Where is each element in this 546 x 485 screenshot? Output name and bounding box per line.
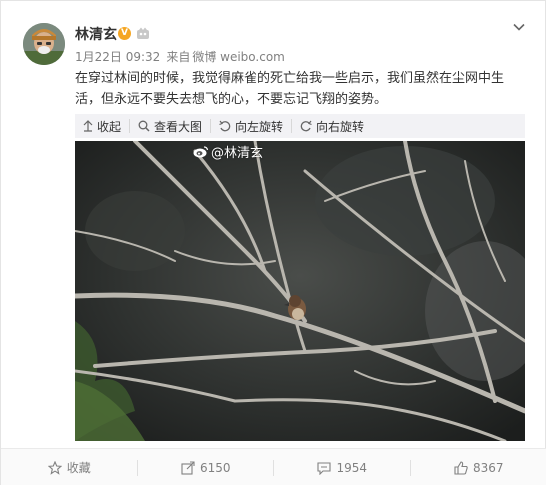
verified-v-badge-icon: V [118,27,131,40]
favorite-label: 收藏 [66,461,91,475]
collapse-button[interactable]: 收起 [75,119,131,134]
collapse-arrow-icon [83,120,93,132]
post-text: 在穿过林间的时候，我觉得麻雀的死亡给我一些启示，我们虽然在尘网中生活，但永远不要… [75,71,505,107]
rotate-left-button[interactable]: 向左旋转 [211,119,293,134]
watermark-text: @林清玄 [211,146,264,161]
rotate-right-icon [300,120,312,132]
like-button[interactable]: 8367 [411,449,546,485]
view-large-button[interactable]: 查看大图 [130,119,212,134]
post-date[interactable]: 1月22日 09:32 [75,50,160,64]
author-name[interactable]: 林清玄 [75,24,117,44]
image-toolbar: 收起 查看大图 向左旋转 向右旋转 [75,114,525,138]
comment-icon [317,461,332,475]
repost-count: 6150 [199,460,231,475]
post-image[interactable] [75,141,525,441]
magnifier-icon [138,120,150,132]
rotate-left-icon [219,120,231,132]
thumbs-up-icon [454,460,468,475]
branches-sparrow-photo [75,141,525,441]
repost-button[interactable]: 6150 [138,449,275,485]
repost-icon [181,460,195,475]
like-count: 8367 [472,460,504,475]
chevron-down-icon[interactable] [511,19,527,35]
comment-count: 1954 [336,460,368,475]
weibo-post-card: 林清玄 V 1月22日 09:32 来自 微博 weibo.com 在穿过林间的时候… [0,0,546,485]
rotate-right-label: 向右旋转 [316,119,365,134]
source-prefix: 来自 [166,50,191,64]
star-icon [47,460,62,475]
comment-button[interactable]: 1954 [274,449,411,485]
favorite-button[interactable]: 收藏 [1,449,138,485]
action-bar: 收藏 6150 1954 8367 [1,448,546,485]
member-crown-icon [137,27,149,39]
weibo-logo-icon [193,146,209,158]
post-meta: 1月22日 09:32 来自 微博 weibo.com [75,48,291,65]
image-watermark: @林清玄 [193,142,263,161]
collapse-label: 收起 [97,119,122,134]
avatar[interactable] [23,23,65,65]
view-large-label: 查看大图 [154,119,203,134]
rotate-left-label: 向左旋转 [235,119,284,134]
rotate-right-button[interactable]: 向右旋转 [292,119,372,134]
post-source[interactable]: 微博 weibo.com [192,50,285,64]
